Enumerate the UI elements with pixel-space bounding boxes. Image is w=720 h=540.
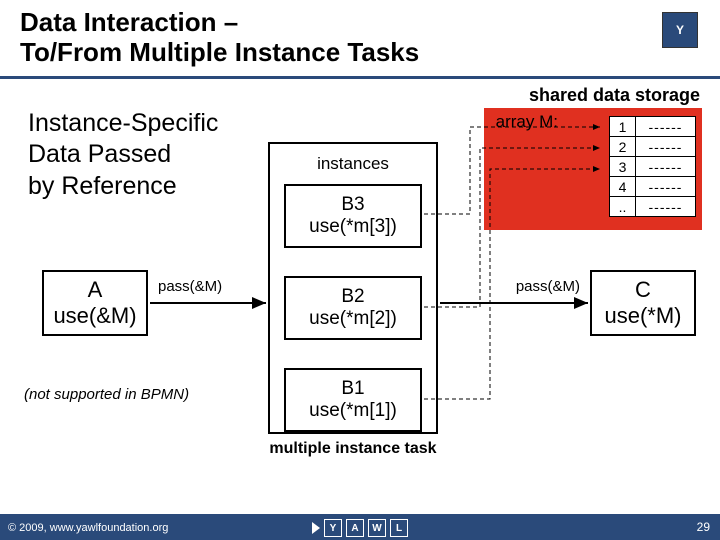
mi-caption: multiple instance task — [250, 440, 456, 458]
title-underline — [0, 76, 720, 79]
table-row: 3------ — [610, 157, 696, 177]
slide-title: Data Interaction – To/From Multiple Inst… — [20, 8, 520, 68]
copyright: © 2009, www.yawlfoundation.org — [8, 522, 168, 534]
yawl-logo-icon: Y — [662, 12, 698, 48]
footer-logo-icon: Y A W L — [312, 519, 408, 537]
shared-storage-label: shared data storage — [529, 85, 700, 106]
pass-left-label: pass(&M) — [158, 278, 222, 295]
instances-label: instances — [270, 154, 436, 174]
page-number: 29 — [697, 520, 710, 534]
task-a: A use(&M) — [42, 270, 148, 336]
subtitle: Instance-Specific Data Passed by Referen… — [28, 108, 218, 202]
instance-b3: B3 use(*m[3]) — [284, 184, 422, 248]
instance-b2: B2 use(*m[2]) — [284, 276, 422, 340]
pass-right-label: pass(&M) — [516, 278, 580, 295]
table-row: ..------ — [610, 197, 696, 217]
array-table: 1------ 2------ 3------ 4------ ..------ — [609, 116, 696, 217]
instance-b1: B1 use(*m[1]) — [284, 368, 422, 432]
title-line2: To/From Multiple Instance Tasks — [20, 37, 419, 67]
task-c: C use(*M) — [590, 270, 696, 336]
table-row: 4------ — [610, 177, 696, 197]
play-icon — [312, 522, 320, 534]
table-row: 2------ — [610, 137, 696, 157]
table-row: 1------ — [610, 117, 696, 137]
multiple-instance-container: instances B3 use(*m[3]) B2 use(*m[2]) B1… — [268, 142, 438, 434]
array-label: array M: — [496, 112, 558, 132]
bpmn-note: (not supported in BPMN) — [24, 386, 189, 403]
title-line1: Data Interaction – — [20, 7, 238, 37]
